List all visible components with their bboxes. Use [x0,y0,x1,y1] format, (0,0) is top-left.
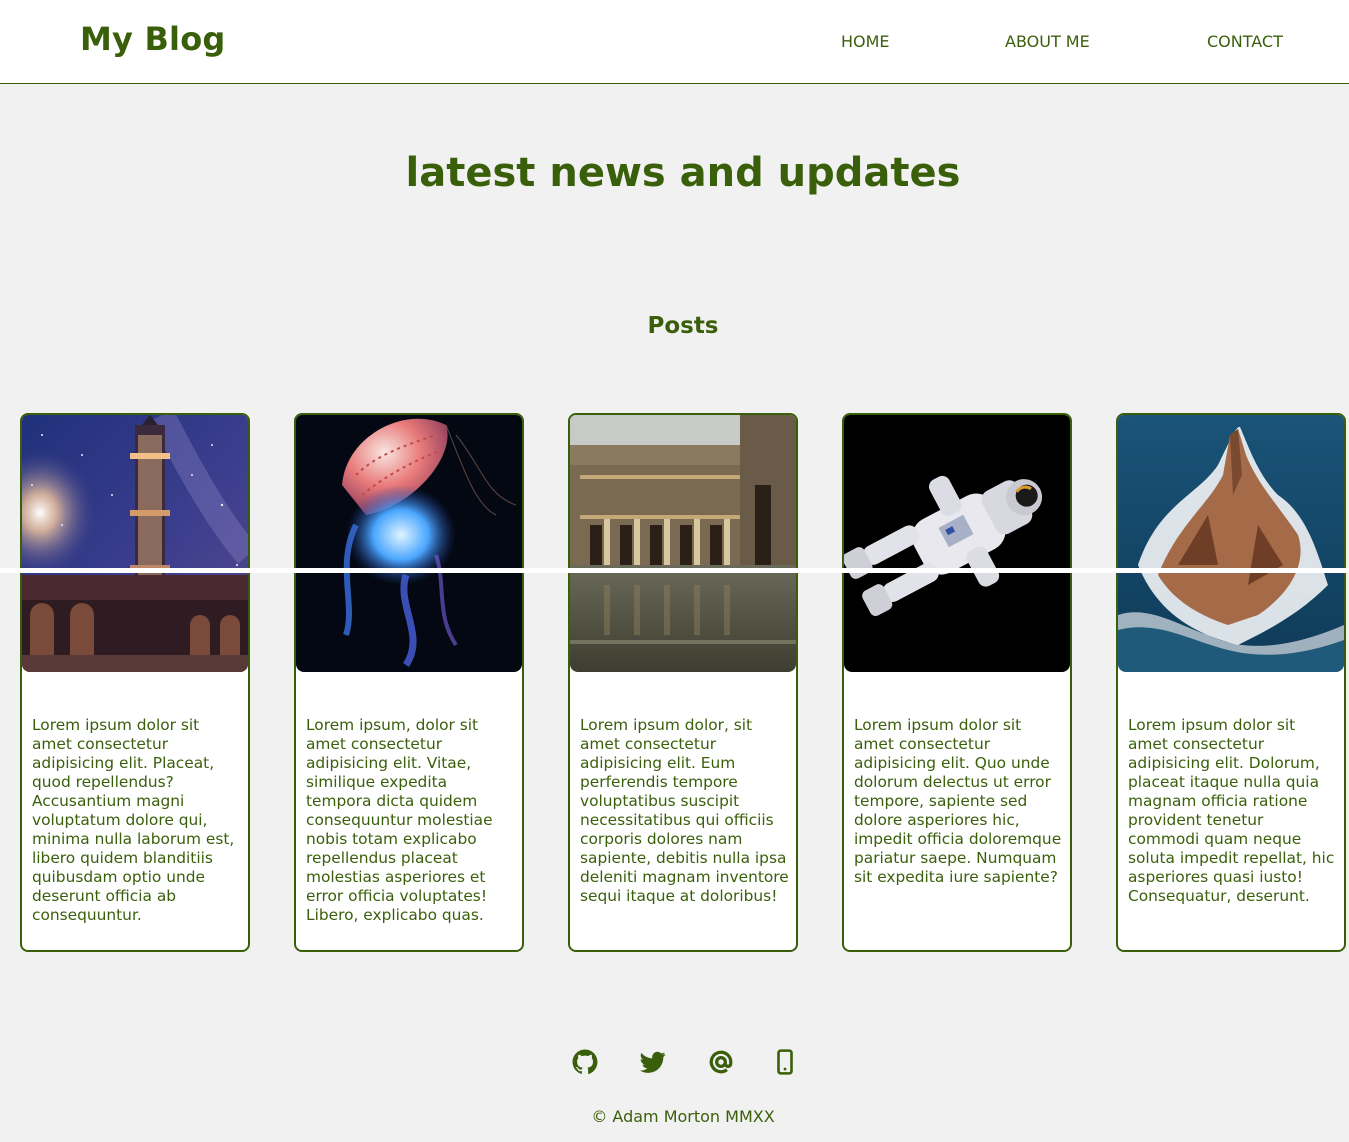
post-card-1[interactable]: Lorem ipsum dolor sit amet consectetur a… [20,413,250,952]
post-image-roman-baths [570,415,796,672]
post-image-astronaut [844,415,1070,672]
post-image-jellyfish [296,415,522,672]
posts-heading: Posts [647,313,719,339]
github-icon[interactable] [572,1049,598,1075]
at-sign-icon[interactable] [708,1049,734,1075]
post-card-5[interactable]: Lorem ipsum dolor sit amet consectetur a… [1116,413,1346,952]
mobile-phone-icon[interactable] [772,1049,798,1075]
post-excerpt: Lorem ipsum, dolor sit amet consectetur … [306,716,493,925]
page-title: latest news and updates [405,150,961,196]
post-card-2[interactable]: Lorem ipsum, dolor sit amet consectetur … [294,413,524,952]
image-divider-line [0,568,1349,573]
site-header: My Blog HOME ABOUT ME CONTACT [0,0,1349,84]
nav-link-about-me[interactable]: ABOUT ME [1005,32,1090,51]
post-excerpt: Lorem ipsum dolor sit amet consectetur a… [32,716,235,925]
site-brand[interactable]: My Blog [80,20,226,58]
copyright-text: © Adam Morton MMXX [591,1107,775,1126]
twitter-icon[interactable] [640,1049,666,1075]
post-card-4[interactable]: Lorem ipsum dolor sit amet consectetur a… [842,413,1072,952]
post-image-minaret [22,415,248,672]
post-image-sea-rock [1118,415,1344,672]
nav-link-home[interactable]: HOME [841,32,890,51]
post-excerpt: Lorem ipsum dolor, sit amet consectetur … [580,716,789,906]
post-card-3[interactable]: Lorem ipsum dolor, sit amet consectetur … [568,413,798,952]
post-excerpt: Lorem ipsum dolor sit amet consectetur a… [1128,716,1335,906]
post-excerpt: Lorem ipsum dolor sit amet consectetur a… [854,716,1062,887]
nav-link-contact[interactable]: CONTACT [1207,32,1283,51]
